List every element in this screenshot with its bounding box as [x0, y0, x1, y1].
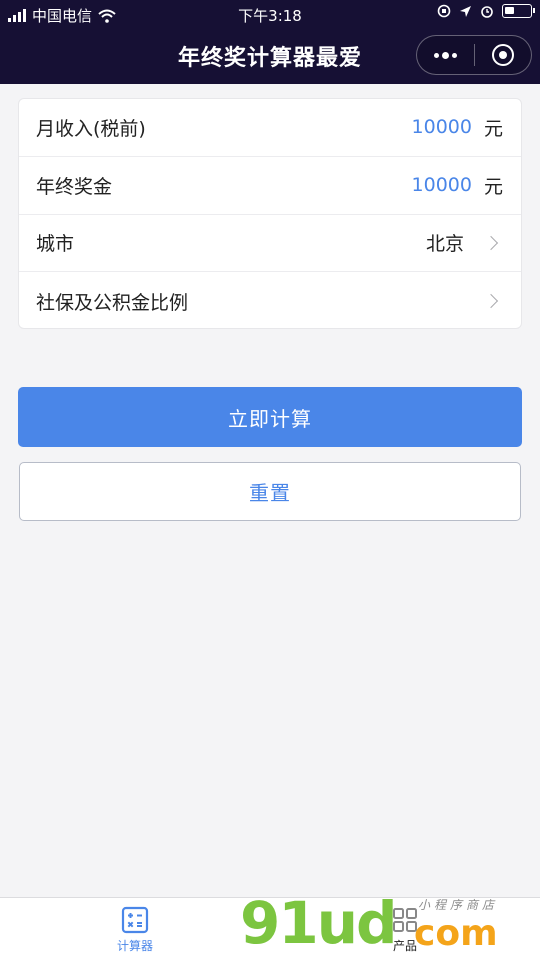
tab-calculator[interactable]: 计算器	[0, 898, 270, 960]
chevron-right-icon	[483, 294, 499, 309]
miniprogram-capsule	[416, 35, 532, 75]
reset-button[interactable]: 重置	[19, 462, 521, 521]
monthly-income-label: 月收入(税前)	[36, 117, 146, 140]
chevron-right-icon	[483, 235, 499, 250]
calculate-button[interactable]: 立即计算	[18, 387, 522, 447]
year-end-bonus-row[interactable]: 年终奖金 10000 元	[19, 157, 521, 215]
location-icon	[460, 5, 471, 17]
alarm-icon	[481, 6, 493, 18]
site-watermark: 91ud 小程序商店 com	[240, 889, 536, 957]
watermark-subtitle: 小程序商店	[418, 898, 499, 912]
close-target-icon	[491, 44, 514, 66]
monthly-income-unit: 元	[484, 117, 504, 140]
watermark-domain: com	[414, 913, 498, 954]
calculator-icon	[121, 906, 149, 933]
year-end-bonus-unit: 元	[484, 175, 504, 198]
more-dots-icon	[433, 51, 457, 59]
tab-calculator-label: 计算器	[116, 938, 153, 953]
city-row[interactable]: 城市 北京	[19, 215, 521, 273]
insurance-ratio-row[interactable]: 社保及公积金比例	[19, 272, 521, 328]
orientation-lock-icon	[437, 4, 451, 18]
battery-icon	[502, 4, 535, 18]
nav-bar: 年终奖计算器最爱	[0, 28, 540, 84]
monthly-income-input[interactable]: 10000	[412, 116, 472, 138]
more-button[interactable]	[417, 36, 474, 74]
monthly-income-row[interactable]: 月收入(税前) 10000 元	[19, 99, 521, 157]
input-form-card: 月收入(税前) 10000 元 年终奖金 10000 元 城市 北京 社保及公积…	[18, 98, 522, 329]
insurance-ratio-label: 社保及公积金比例	[36, 291, 189, 314]
year-end-bonus-input[interactable]: 10000	[412, 174, 472, 196]
year-end-bonus-label: 年终奖金	[36, 175, 113, 198]
status-right	[437, 4, 535, 18]
city-selected-value[interactable]: 北京	[426, 229, 464, 256]
watermark-logo-text: 91ud	[240, 889, 398, 957]
close-miniprogram-button[interactable]	[475, 36, 532, 74]
status-bar: 中国电信 下午3:18	[0, 0, 540, 28]
city-label: 城市	[36, 233, 75, 256]
